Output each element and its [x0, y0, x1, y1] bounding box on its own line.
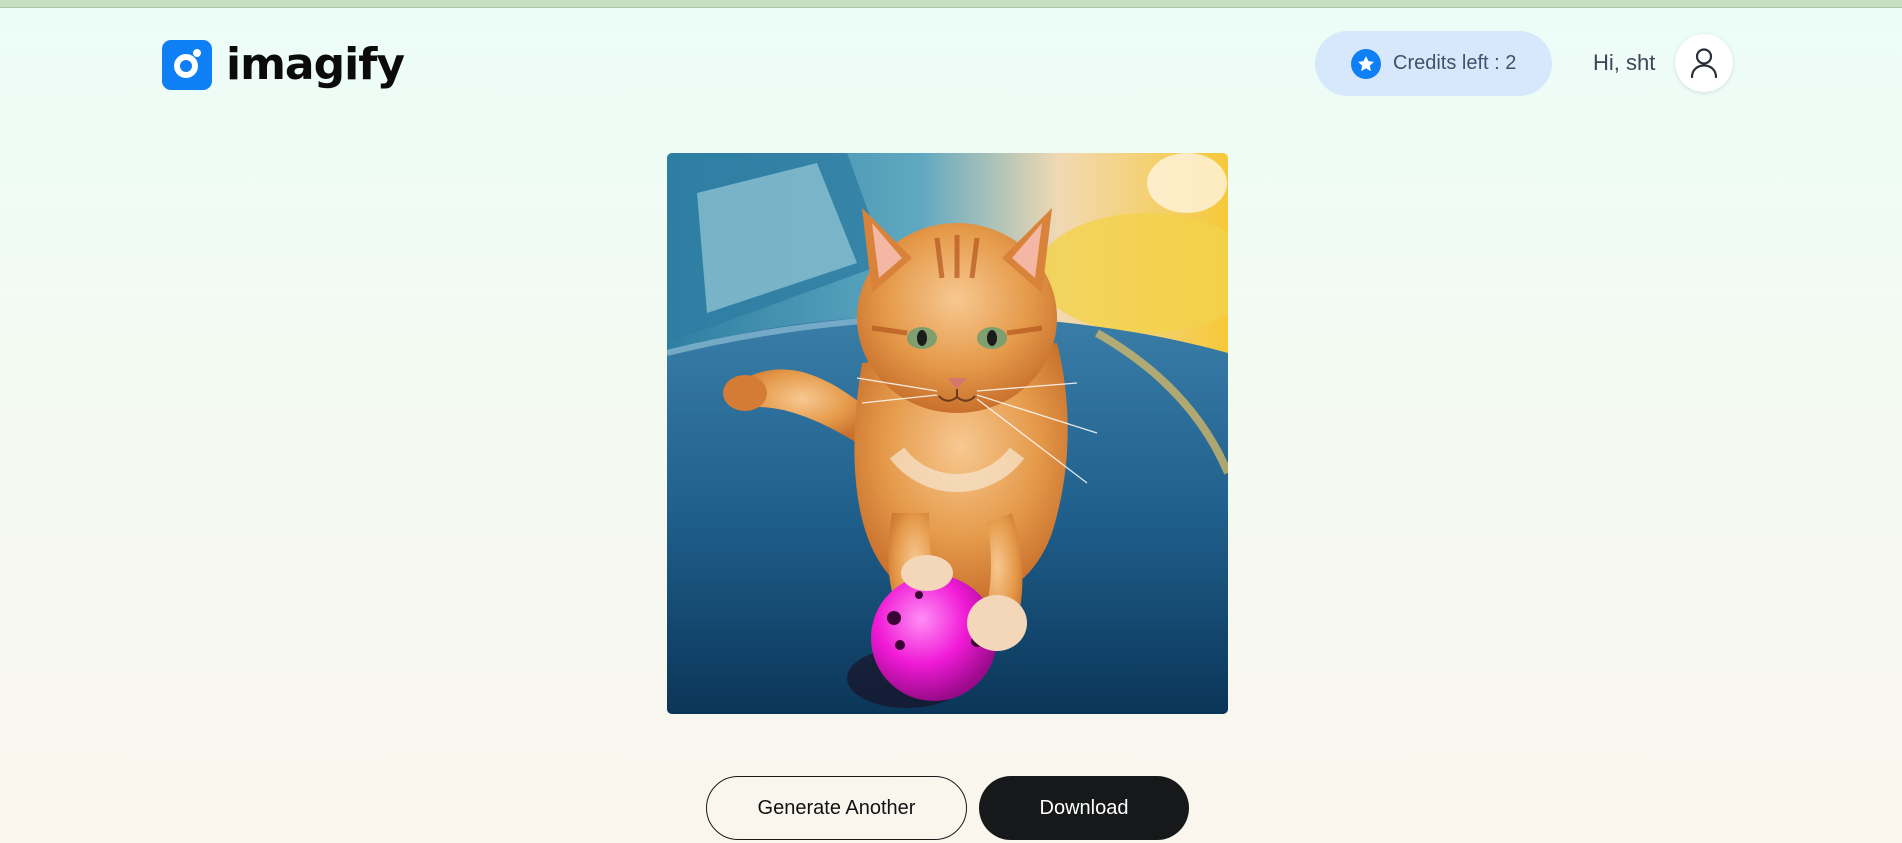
avatar[interactable] [1675, 34, 1733, 92]
credits-label: Credits left : 2 [1393, 52, 1517, 74]
logo[interactable]: imagify [162, 38, 405, 90]
generated-cat-image [667, 153, 1228, 714]
user-icon [1690, 48, 1718, 79]
credits-button[interactable]: Credits left : 2 [1315, 31, 1552, 96]
generate-another-button[interactable]: Generate Another [706, 776, 967, 840]
browser-top-strip [0, 0, 1902, 8]
download-button[interactable]: Download [979, 776, 1189, 840]
camera-lens-icon [162, 39, 212, 90]
user-greeting: Hi, sht [1593, 50, 1656, 75]
brand-name: imagify [226, 38, 405, 90]
star-icon [1351, 48, 1381, 79]
